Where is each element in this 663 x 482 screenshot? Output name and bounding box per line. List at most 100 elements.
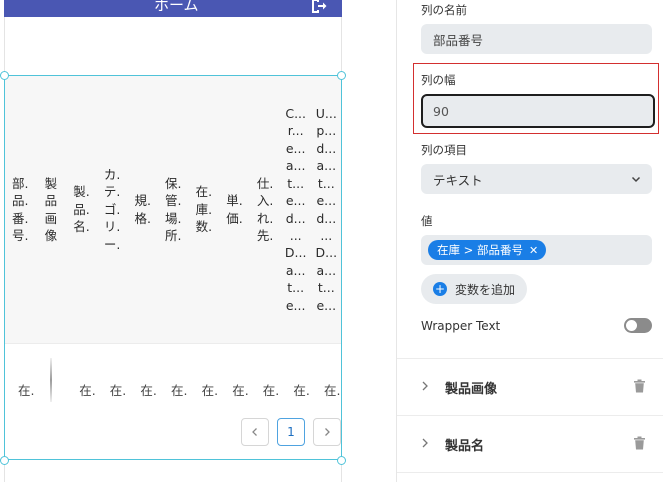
resize-handle-top-right[interactable] <box>337 71 346 80</box>
header-char: D... <box>284 245 307 261</box>
preview-stage: ホーム 部. 品. 番. 号. 製品画像製. 品. 名. カ. テ. ゴ. リ. ー. 規. 格. 保. 管.… <box>0 0 395 482</box>
column-header[interactable]: 保. 管. 場. 所. <box>158 76 189 343</box>
wrapper-text-toggle[interactable] <box>624 318 652 333</box>
pagination-page-button[interactable]: 1 <box>277 418 305 446</box>
column-header-label: 部. 品. 番. 号. <box>12 175 28 245</box>
accordion-label: 製品画像 <box>445 382 498 397</box>
column-name-label: 列の名前 <box>421 3 467 17</box>
header-char: 在. <box>195 184 213 200</box>
table-cell: 在. <box>232 383 249 398</box>
column-header[interactable]: U... p... d... a... t... e... d...... D... a... t… <box>311 76 342 343</box>
resize-handle-bottom-left[interactable] <box>0 456 9 465</box>
column-item-select[interactable]: テキスト <box>421 164 652 194</box>
resize-handle-top-left[interactable] <box>0 71 9 80</box>
column-header[interactable]: C... r... e... a... t... e... d...... D... a... t… <box>280 76 311 343</box>
header-char: 製. <box>73 184 90 200</box>
header-char: 単. <box>226 193 243 209</box>
table-cell: 在. <box>18 383 35 398</box>
header-char: a... <box>316 262 337 278</box>
logout-icon[interactable] <box>309 0 327 15</box>
column-header[interactable]: 製品画像 <box>36 76 67 343</box>
header-char: p... <box>316 123 337 139</box>
table-cell: 在. <box>140 383 157 398</box>
section-divider <box>397 472 663 473</box>
header-char: U... <box>315 106 337 122</box>
table-header: 部. 品. 番. 号. 製品画像製. 品. 名. カ. テ. ゴ. リ. ー. 規. 格. 保. 管. 場. 所.… <box>5 76 341 343</box>
column-name-field[interactable] <box>421 24 652 54</box>
header-char: リ. <box>103 219 121 235</box>
header-char: e... <box>285 140 306 156</box>
pagination-prev-button[interactable] <box>241 418 269 446</box>
value-field[interactable]: 在庫 > 部品番号 ✕ <box>421 235 652 265</box>
header-char: 管. <box>165 193 182 209</box>
column-header[interactable]: 在. 庫. 数. <box>189 76 220 343</box>
header-char: ... <box>289 227 302 243</box>
chevron-right-icon <box>422 381 428 391</box>
column-header[interactable]: 部. 品. 番. 号. <box>5 76 36 343</box>
add-variable-button[interactable]: + 変数を追加 <box>421 274 528 304</box>
variable-chip[interactable]: 在庫 > 部品番号 ✕ <box>428 240 547 260</box>
column-header[interactable]: 単. 価. <box>219 76 250 343</box>
column-header[interactable]: 規. 格. <box>127 76 158 343</box>
header-char: 数. <box>195 219 213 235</box>
column-header[interactable]: 仕. 入. れ. 先. <box>250 76 281 343</box>
header-char: a... <box>285 262 306 278</box>
header-char: d... <box>316 210 337 226</box>
column-header[interactable]: カ. テ. ゴ. リ. ー. <box>97 76 128 343</box>
header-char: e... <box>316 297 337 313</box>
column-width-label: 列の幅 <box>421 73 456 87</box>
header-char: 像 <box>44 227 58 243</box>
add-variable-label: 変数を追加 <box>455 282 516 297</box>
table-cell: 在. <box>171 383 188 398</box>
header-char: テ. <box>103 184 121 200</box>
header-char: 規. <box>134 193 151 209</box>
header-char: 製 <box>44 175 58 191</box>
header-char: D... <box>315 245 338 261</box>
header-char: d... <box>316 140 337 156</box>
header-char: e... <box>316 193 337 209</box>
accordion-product-image[interactable]: 製品画像 <box>397 359 663 415</box>
app-bar: ホーム <box>4 0 342 17</box>
header-char: れ. <box>256 210 274 226</box>
table-cell: 在. <box>324 383 341 398</box>
header-char: 先. <box>256 227 274 243</box>
column-header-label: 製. 品. 名. <box>73 183 89 235</box>
header-char: 番. <box>12 210 29 226</box>
wrapper-text-label: Wrapper Text <box>421 319 501 333</box>
header-char: d... <box>285 210 306 226</box>
column-header-label: U... p... d... a... t... e... d...... D... a... t… <box>316 105 338 314</box>
header-char: 画 <box>44 210 58 226</box>
column-header[interactable]: 製. 品. 名. <box>66 76 97 343</box>
toggle-knob <box>626 320 637 331</box>
trash-icon[interactable] <box>633 436 646 450</box>
column-name-input[interactable] <box>433 31 652 47</box>
chevron-left-icon <box>252 428 257 436</box>
product-image-thumbnail <box>50 358 52 402</box>
accordion-product-name[interactable]: 製品名 <box>397 416 663 472</box>
column-header-label: 製品画像 <box>45 175 58 245</box>
column-width-field[interactable] <box>421 94 655 128</box>
column-width-input[interactable] <box>433 103 653 119</box>
header-char: e... <box>285 193 306 209</box>
app-bar-title: ホーム <box>154 0 199 14</box>
variable-chip-label: 在庫 > 部品番号 <box>437 243 523 257</box>
resize-handle-bottom-right[interactable] <box>337 456 346 465</box>
header-char: t... <box>317 280 335 296</box>
column-header-label: 規. 格. <box>134 192 150 227</box>
header-char: 所. <box>165 227 182 243</box>
column-header-label: 保. 管. 場. 所. <box>165 175 181 245</box>
table-cell: 在. <box>293 383 310 398</box>
column-header-label: 単. 価. <box>226 192 242 227</box>
trash-icon[interactable] <box>633 379 646 393</box>
table-cell: 在. <box>201 383 219 398</box>
header-char: e... <box>285 297 306 313</box>
properties-panel: 列の名前 列の幅 列の項目 テキスト 値 在庫 > 部品番号 ✕ + 変数を追加… <box>396 0 663 482</box>
table-cell: 在. <box>79 383 96 398</box>
table-component[interactable]: 部. 品. 番. 号. 製品画像製. 品. 名. カ. テ. ゴ. リ. ー. 規. 格. 保. 管. 場. 所.… <box>4 75 342 460</box>
header-char: a... <box>316 158 337 174</box>
pagination-next-button[interactable] <box>313 418 341 446</box>
chip-remove-icon[interactable]: ✕ <box>529 245 538 256</box>
header-char: ゴ. <box>103 201 121 217</box>
header-char: 品. <box>12 193 29 209</box>
header-char: 仕. <box>256 175 274 191</box>
